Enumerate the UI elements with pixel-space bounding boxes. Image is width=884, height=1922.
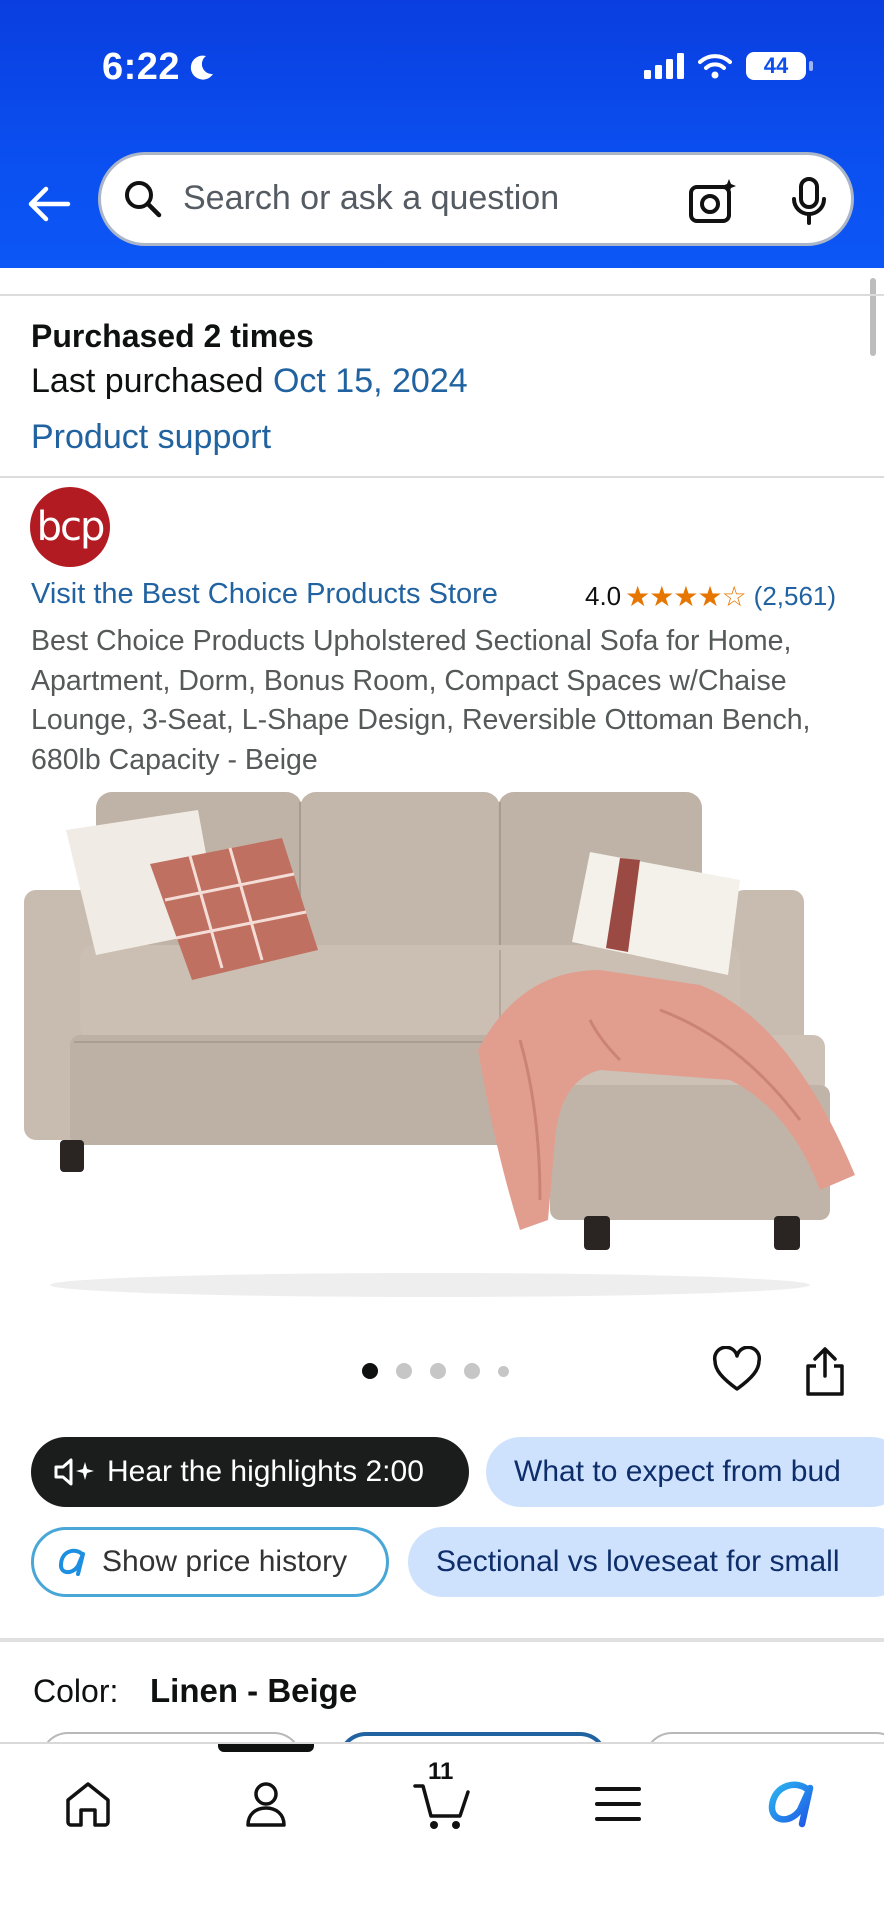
search-input[interactable]: Search or ask a question (183, 179, 559, 218)
heart-icon[interactable] (712, 1346, 762, 1394)
color-value: Linen - Beige (150, 1672, 358, 1709)
hear-highlights-label: Hear the highlights 2:00 (107, 1455, 424, 1488)
last-purchased-date-link[interactable]: Oct 15, 2024 (273, 362, 468, 400)
carousel-dot[interactable] (498, 1365, 509, 1377)
app-header: 6:22 44 Search or ask a question (0, 0, 884, 268)
nav-home[interactable] (56, 1772, 120, 1836)
nav-menu[interactable] (586, 1772, 650, 1836)
image-carousel-dots[interactable] (362, 1363, 509, 1379)
question-chip-sectional[interactable]: Sectional vs loveseat for small (408, 1527, 884, 1597)
brand-logo[interactable]: bcp (30, 487, 110, 567)
price-history-label: Show price history (102, 1545, 348, 1578)
signal-icon (644, 53, 684, 79)
section-divider (0, 476, 884, 478)
question-chip-label: What to expect from bud (514, 1455, 841, 1488)
store-link[interactable]: Visit the Best Choice Products Store (31, 578, 498, 611)
camera-lens-icon[interactable] (687, 175, 739, 227)
person-icon (246, 1782, 286, 1827)
last-purchased-label: Last purchased (31, 362, 264, 400)
rating-summary[interactable]: 4.0 ★★★★☆ (2,561) (585, 580, 836, 613)
last-purchased: Last purchased Oct 15, 2024 (31, 362, 468, 401)
status-time-text: 6:22 (102, 46, 181, 88)
wifi-icon (698, 54, 732, 79)
cart-count-badge: 11 (428, 1758, 454, 1785)
product-support-link[interactable]: Product support (31, 418, 271, 457)
review-count-link[interactable]: (2,561) (754, 581, 836, 612)
question-chip-expect[interactable]: What to expect from bud (486, 1437, 884, 1507)
share-icon[interactable] (802, 1346, 848, 1398)
question-chip-label: Sectional vs loveseat for small (436, 1545, 840, 1578)
section-divider (0, 1638, 884, 1642)
speaker-sparkle-icon (53, 1456, 97, 1488)
menu-icon (595, 1787, 641, 1821)
product-title: Best Choice Products Upholstered Section… (31, 625, 811, 776)
nav-active-indicator (218, 1744, 314, 1752)
scroll-indicator (870, 278, 876, 356)
carousel-dot[interactable] (362, 1363, 378, 1379)
status-indicators: 44 (644, 52, 813, 80)
star-rating-icon: ★★★★☆ (625, 581, 747, 612)
search-bar[interactable]: Search or ask a question (98, 152, 854, 246)
section-divider (0, 294, 884, 296)
price-history-chip[interactable]: Show price history (31, 1527, 389, 1597)
nav-account[interactable] (234, 1772, 298, 1836)
carousel-dot[interactable] (464, 1363, 480, 1379)
home-icon (66, 1782, 110, 1827)
moon-icon (190, 55, 214, 80)
search-icon (125, 181, 162, 218)
color-label: Color: (33, 1673, 119, 1709)
nav-rufus[interactable] (760, 1772, 824, 1836)
product-image[interactable] (0, 780, 884, 1300)
purchased-count: Purchased 2 times (31, 318, 314, 354)
carousel-dot[interactable] (396, 1363, 412, 1379)
hear-highlights-chip[interactable]: Hear the highlights 2:00 (31, 1437, 469, 1507)
status-time: 6:22 (102, 46, 216, 89)
carousel-dot[interactable] (430, 1363, 446, 1379)
back-arrow-icon[interactable] (24, 178, 76, 230)
rating-value: 4.0 (585, 581, 622, 611)
microphone-icon[interactable] (787, 175, 831, 227)
rufus-logo-icon (56, 1546, 88, 1578)
rufus-logo-icon (768, 1781, 814, 1828)
battery-indicator: 44 (746, 52, 813, 80)
